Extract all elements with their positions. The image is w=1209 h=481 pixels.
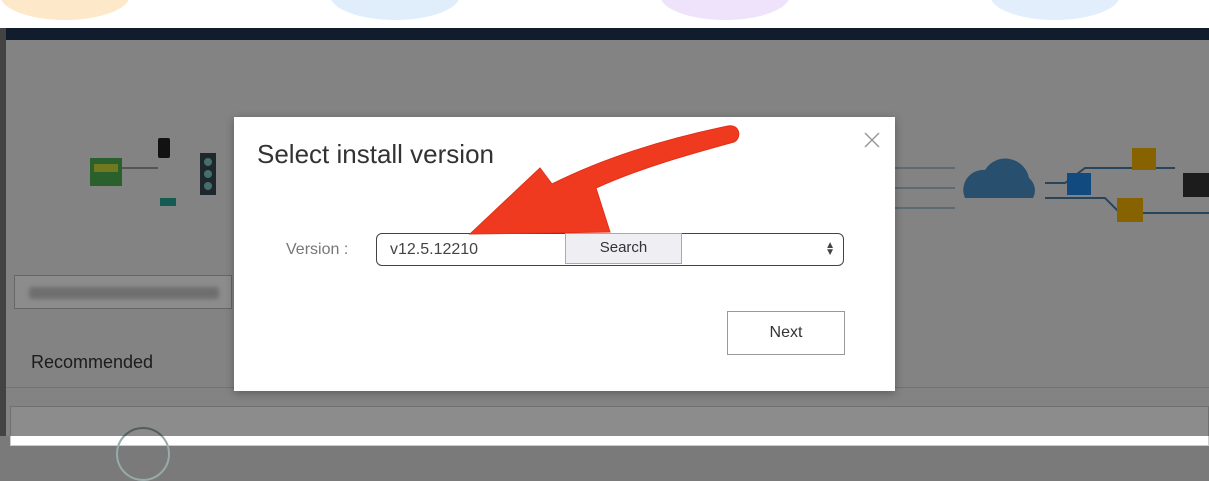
- version-value: v12.5.12210: [390, 241, 479, 258]
- decor-blob: [660, 0, 790, 20]
- top-strip: [0, 0, 1209, 28]
- search-button[interactable]: Search: [565, 233, 682, 264]
- close-icon[interactable]: [861, 129, 883, 151]
- decor-blob: [990, 0, 1120, 20]
- decor-blob: [0, 0, 130, 20]
- decor-blob: [330, 0, 460, 20]
- install-version-dialog: Select install version Version : v12.5.1…: [234, 117, 895, 391]
- select-spinner-icon: ▲ ▼: [825, 240, 835, 258]
- next-button[interactable]: Next: [727, 311, 845, 355]
- dialog-title: Select install version: [257, 139, 494, 169]
- version-label: Version :: [286, 241, 349, 258]
